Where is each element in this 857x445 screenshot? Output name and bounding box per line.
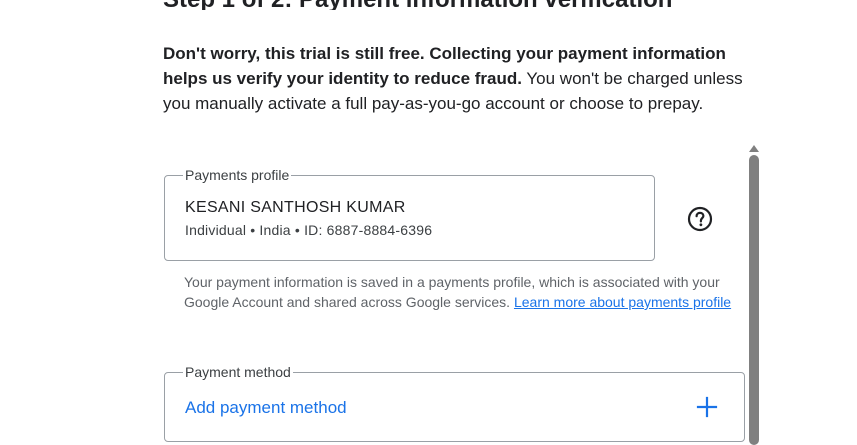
payments-profile-legend: Payments profile (183, 167, 292, 183)
learn-more-link[interactable]: Learn more about payments profile (514, 294, 731, 310)
scroll-up-arrow-icon[interactable] (748, 140, 760, 152)
intro-paragraph: Don't worry, this trial is still free. C… (163, 41, 763, 116)
scrollbar-thumb[interactable] (749, 155, 759, 445)
payment-method-legend: Payment method (183, 364, 293, 380)
plus-icon[interactable] (695, 395, 719, 419)
payments-profile-field[interactable]: Payments profile KESANI SANTHOSH KUMAR I… (164, 167, 655, 261)
step-heading: Step 1 of 2: Payment information verific… (163, 0, 763, 10)
help-circle-icon[interactable] (686, 205, 714, 233)
add-payment-method-button[interactable]: Add payment method (185, 398, 347, 418)
payment-method-field[interactable]: Payment method Add payment method (164, 364, 745, 442)
payments-profile-info: Your payment information is saved in a p… (184, 272, 734, 312)
profile-details: Individual • India • ID: 6887-8884-6396 (185, 222, 433, 238)
profile-name: KESANI SANTHOSH KUMAR (185, 199, 406, 216)
